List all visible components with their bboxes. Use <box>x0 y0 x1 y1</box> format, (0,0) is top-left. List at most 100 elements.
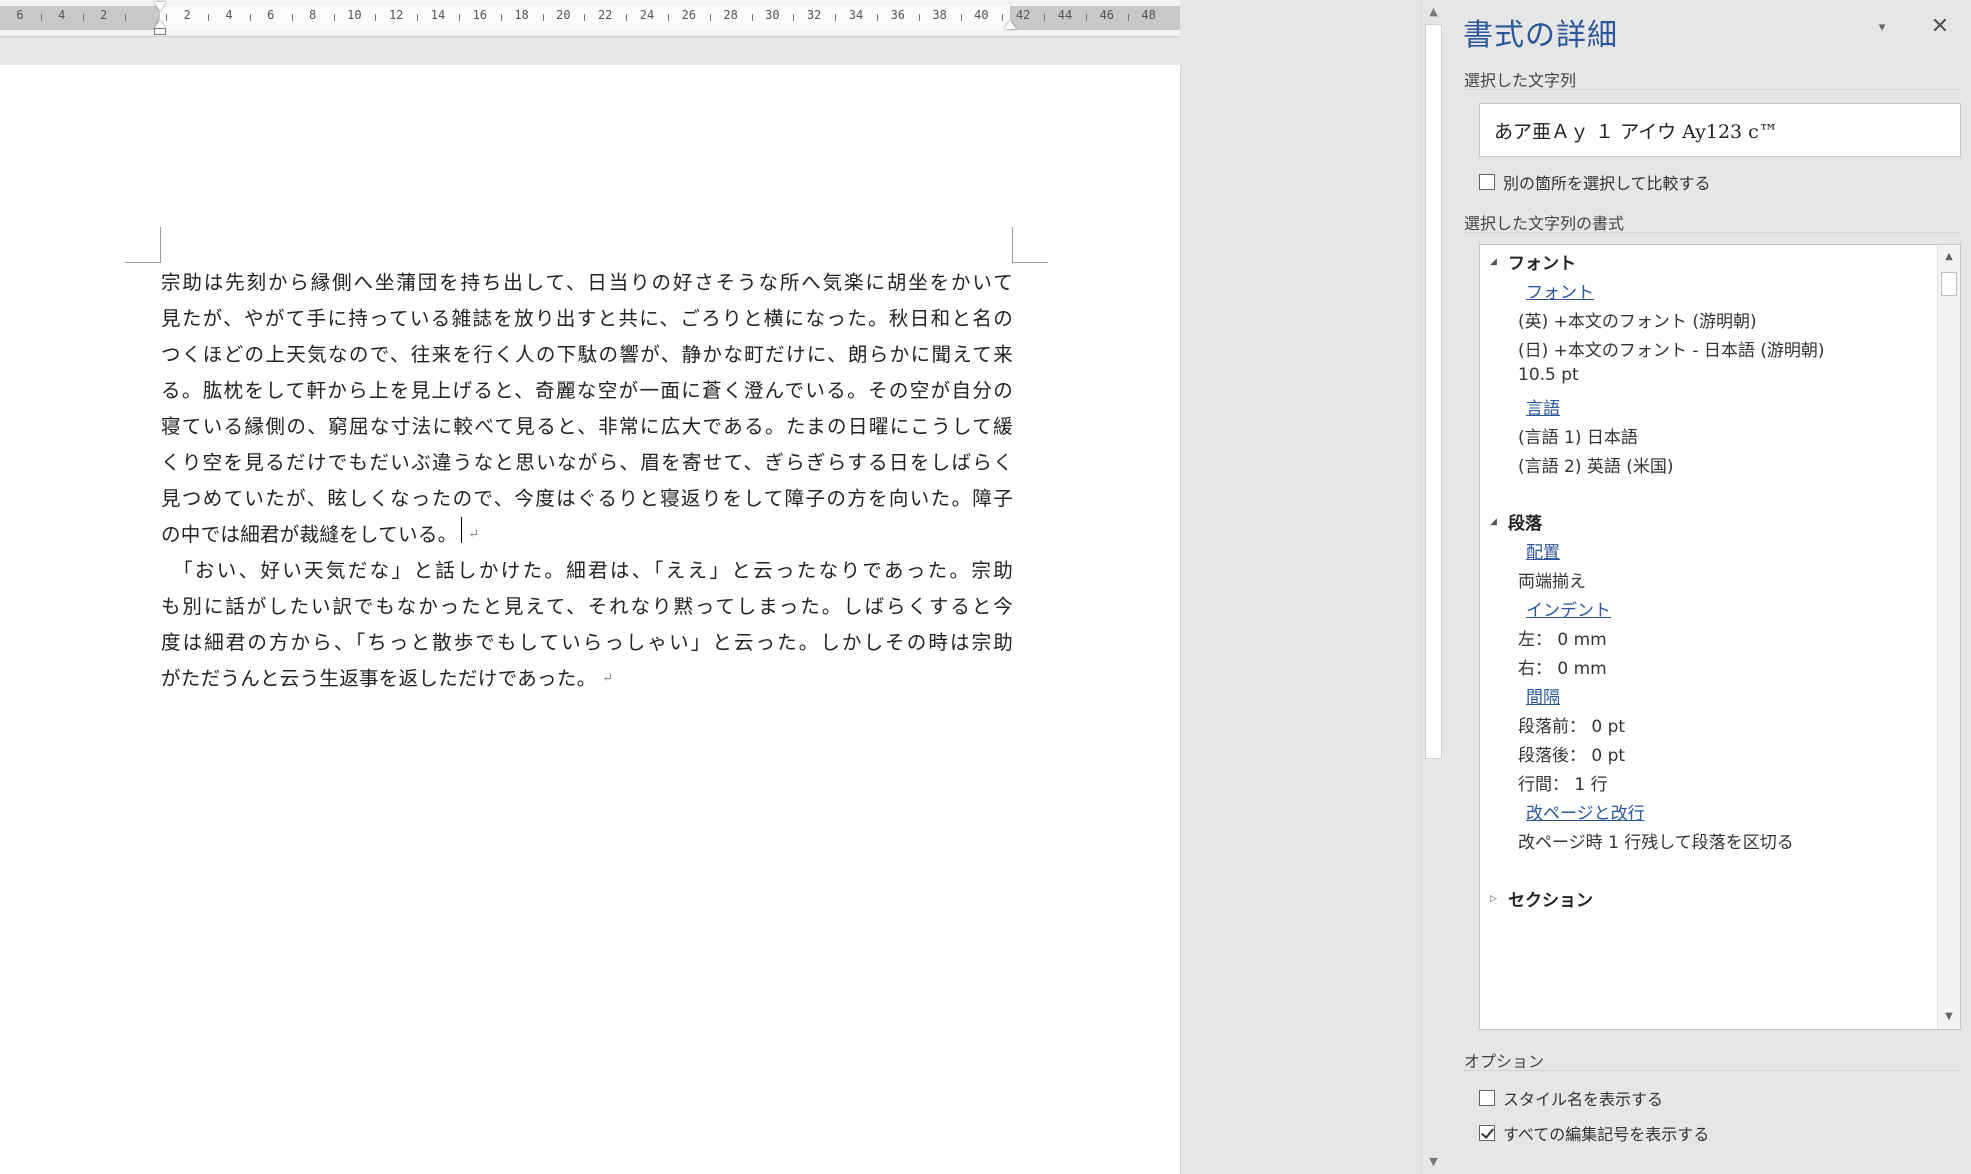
paragraph-mark-icon: ↵ <box>602 671 614 686</box>
ruler-tick <box>1044 14 1046 21</box>
scrollbar-thumb[interactable] <box>1941 272 1957 296</box>
horizontal-ruler[interactable]: 6 4 2 2 4 6 8 10 12 14 16 18 20 22 24 26 28 30 32 34 36 38 40 4… <box>0 0 1180 37</box>
font-link[interactable]: フォント <box>1526 278 1594 303</box>
paragraph-group-header[interactable]: ◢ 段落 <box>1490 509 1542 534</box>
text-line-content: 見たが、やがて手に持っている雑誌を放り出すと共に、ごろりと横になった。秋日和と名… <box>161 307 1013 330</box>
indent-left-value: 左： 0 mm <box>1518 630 1607 650</box>
scroll-down-icon[interactable]: ▼ <box>1421 1152 1446 1172</box>
ruler-number: 12 <box>388 8 404 22</box>
ruler-tick <box>208 14 210 21</box>
show-style-row[interactable]: スタイル名を表示する <box>1479 1086 1663 1110</box>
divider <box>1464 89 1961 90</box>
expand-triangle-icon[interactable]: ▷ <box>1490 894 1508 904</box>
text-line[interactable]: 「おい、好い天気だな」と話しかけた。細君は、「ええ」と云ったなりであった。宗助 <box>161 553 1013 589</box>
text-line-content: 寝ている縁側の、窮屈な寸法に較べて見ると、非常に広大である。たまの日曜にこうして… <box>161 415 1013 438</box>
ruler-number: 16 <box>472 8 488 22</box>
language-link[interactable]: 言語 <box>1526 394 1560 419</box>
text-line-content: くり空を見るだけでもだいぶ違うなと思いながら、眉を寄せて、ぎらぎらする日をしばら… <box>161 451 1013 474</box>
text-line[interactable]: も別に話がしたい訳でもなかったと見えて、それなり黙ってしまった。しばらくすると今 <box>161 589 1013 625</box>
text-line-content: 見つめていたが、眩しくなったので、今度はぐるりと寝返りをして障子の方を向いた。障… <box>161 487 1013 510</box>
scroll-down-icon[interactable]: ▼ <box>1938 1007 1960 1027</box>
details-scrollbar[interactable]: ▲ ▼ <box>1937 245 1960 1029</box>
compare-checkbox[interactable] <box>1479 174 1495 190</box>
text-line[interactable]: 寝ている縁側の、窮屈な寸法に較べて見ると、非常に広大である。たまの日曜にこうして… <box>161 409 1013 445</box>
text-line[interactable]: がただうんと云う生返事を返しただけであった。 ↵ <box>161 661 1013 697</box>
show-marks-label: すべての編集記号を表示する <box>1503 1125 1710 1144</box>
format-details-pane: 書式の詳細 ▾ ✕ 選択した文字列 あア亜Ａｙ １ アイウ Ay123 c™ 別… <box>1447 0 1971 1174</box>
ruler-tick <box>249 14 251 21</box>
section-group-label: セクション <box>1508 891 1593 911</box>
ruler-number: 14 <box>430 8 446 22</box>
font-group-label: フォント <box>1508 254 1576 274</box>
close-icon[interactable]: ✕ <box>1927 14 1953 40</box>
paragraph-mark-icon: ↵ <box>468 527 480 542</box>
right-indent-marker[interactable] <box>1004 20 1016 29</box>
text-line[interactable]: の中では細君が裁縫をしている。 ↵ <box>161 517 1013 553</box>
ruler-tick <box>166 14 168 21</box>
text-line[interactable]: つくほどの上天気なので、往来を行く人の下駄の響が、静かな町だけに、朗らかに聞えて… <box>161 337 1013 373</box>
ruler-number: 4 <box>225 8 233 22</box>
text-line[interactable]: くり空を見るだけでもだいぶ違うなと思いながら、眉を寄せて、ぎらぎらする日をしばら… <box>161 445 1013 481</box>
selected-text-sample: あア亜Ａｙ １ アイウ Ay123 c™ <box>1479 103 1961 157</box>
ruler-number: 20 <box>556 8 571 22</box>
show-marks-row[interactable]: すべての編集記号を表示する <box>1479 1121 1709 1145</box>
scroll-up-icon[interactable]: ▲ <box>1938 247 1960 267</box>
left-indent-marker[interactable] <box>154 28 166 35</box>
space-after-value: 段落後： 0 pt <box>1518 746 1626 766</box>
compare-checkbox-row[interactable]: 別の箇所を選択して比較する <box>1479 170 1711 194</box>
font-group-header[interactable]: ◢ フォント <box>1490 249 1576 274</box>
selected-format-label: 選択した文字列の書式 <box>1464 214 1625 233</box>
ruler-number: 48 <box>1141 8 1156 22</box>
ruler-tick <box>1085 14 1087 21</box>
scrollbar-thumb[interactable] <box>1425 24 1442 759</box>
ruler-tick <box>918 14 920 21</box>
collapse-triangle-icon[interactable]: ◢ <box>1490 257 1508 267</box>
ruler-tick <box>500 14 502 21</box>
indent-link[interactable]: インデント <box>1526 596 1611 621</box>
document-area: 6 4 2 2 4 6 8 10 12 14 16 18 20 22 24 26 28 30 32 34 36 38 40 4… <box>0 0 1446 1174</box>
vertical-scrollbar[interactable]: ▲ ▼ <box>1420 0 1446 1174</box>
space-before-value: 段落前： 0 pt <box>1518 717 1626 737</box>
pane-options-dropdown-icon[interactable]: ▾ <box>1872 18 1892 38</box>
crop-mark-top-left <box>125 227 161 263</box>
text-line[interactable]: 宗助は先刻から縁側へ坐蒲団を持ち出して、日当りの好さそうな所へ気楽に胡坐をかいて <box>161 265 1013 301</box>
crop-mark-top-right <box>1012 227 1048 263</box>
text-line[interactable]: 見たが、やがて手に持っている雑誌を放り出すと共に、ごろりと横になった。秋日和と名… <box>161 301 1013 337</box>
collapse-triangle-icon[interactable]: ◢ <box>1490 517 1508 527</box>
page-break-link[interactable]: 改ページと改行 <box>1526 799 1645 824</box>
divider <box>1464 232 1961 233</box>
text-line-content: つくほどの上天気なので、往来を行く人の下駄の響が、静かな町だけに、朗らかに聞えて… <box>161 343 1013 366</box>
ruler-number: 44 <box>1057 8 1073 22</box>
document-text[interactable]: 宗助は先刻から縁側へ坐蒲団を持ち出して、日当りの好さそうな所へ気楽に胡坐をかいて… <box>161 265 1013 697</box>
ruler-number: 46 <box>1099 8 1115 22</box>
document-page[interactable]: 宗助は先刻から縁側へ坐蒲団を持ち出して、日当りの好さそうな所へ気楽に胡坐をかいて… <box>0 65 1181 1174</box>
show-marks-checkbox[interactable] <box>1479 1125 1495 1141</box>
spacing-link[interactable]: 間隔 <box>1526 683 1560 708</box>
text-line-content: の中では細君が裁縫をしている。 <box>161 523 458 546</box>
text-line[interactable]: 度は細君の方から、「ちっと散歩でもしていらっしゃい」と云った。しかしその時は宗助 <box>161 625 1013 661</box>
ruler-tick <box>793 14 795 21</box>
indent-right-value: 右： 0 mm <box>1518 659 1607 679</box>
paragraph-group-label: 段落 <box>1508 514 1542 534</box>
ruler-tick <box>82 14 84 21</box>
alignment-link[interactable]: 配置 <box>1526 538 1560 563</box>
font-jp-value: (日) +本文のフォント - 日本語 (游明朝) <box>1518 341 1825 361</box>
ruler-number: 34 <box>848 8 864 22</box>
selected-text-label: 選択した文字列 <box>1464 71 1577 90</box>
text-line[interactable]: 見つめていたが、眩しくなったので、今度はぐるりと寝返りをして障子の方を向いた。障… <box>161 481 1013 517</box>
ruler-number: 2 <box>183 8 191 22</box>
scroll-up-icon[interactable]: ▲ <box>1421 2 1446 22</box>
ruler-number: 18 <box>514 8 529 22</box>
ruler-tick <box>375 14 377 21</box>
language-1-value: (言語 1) 日本語 <box>1518 428 1638 448</box>
ruler-number: 6 <box>16 8 24 22</box>
section-group-header[interactable]: ▷ セクション <box>1490 886 1593 911</box>
ruler-tick <box>291 14 293 21</box>
format-details-list[interactable]: ◢ フォント フォント (英) +本文のフォント (游明朝) (日) +本文のフ… <box>1479 244 1961 1030</box>
widow-control-value: 改ページ時 1 行残して段落を区切る <box>1518 833 1794 853</box>
text-line[interactable]: る。肱枕をして軒から上を見上げると、奇麗な空が一面に蒼く澄んでいる。その空が自分… <box>161 373 1013 409</box>
show-style-checkbox[interactable] <box>1479 1090 1495 1106</box>
font-en-value: (英) +本文のフォント (游明朝) <box>1518 312 1757 332</box>
ruler-number: 26 <box>681 8 697 22</box>
first-line-indent-marker[interactable] <box>154 2 166 11</box>
